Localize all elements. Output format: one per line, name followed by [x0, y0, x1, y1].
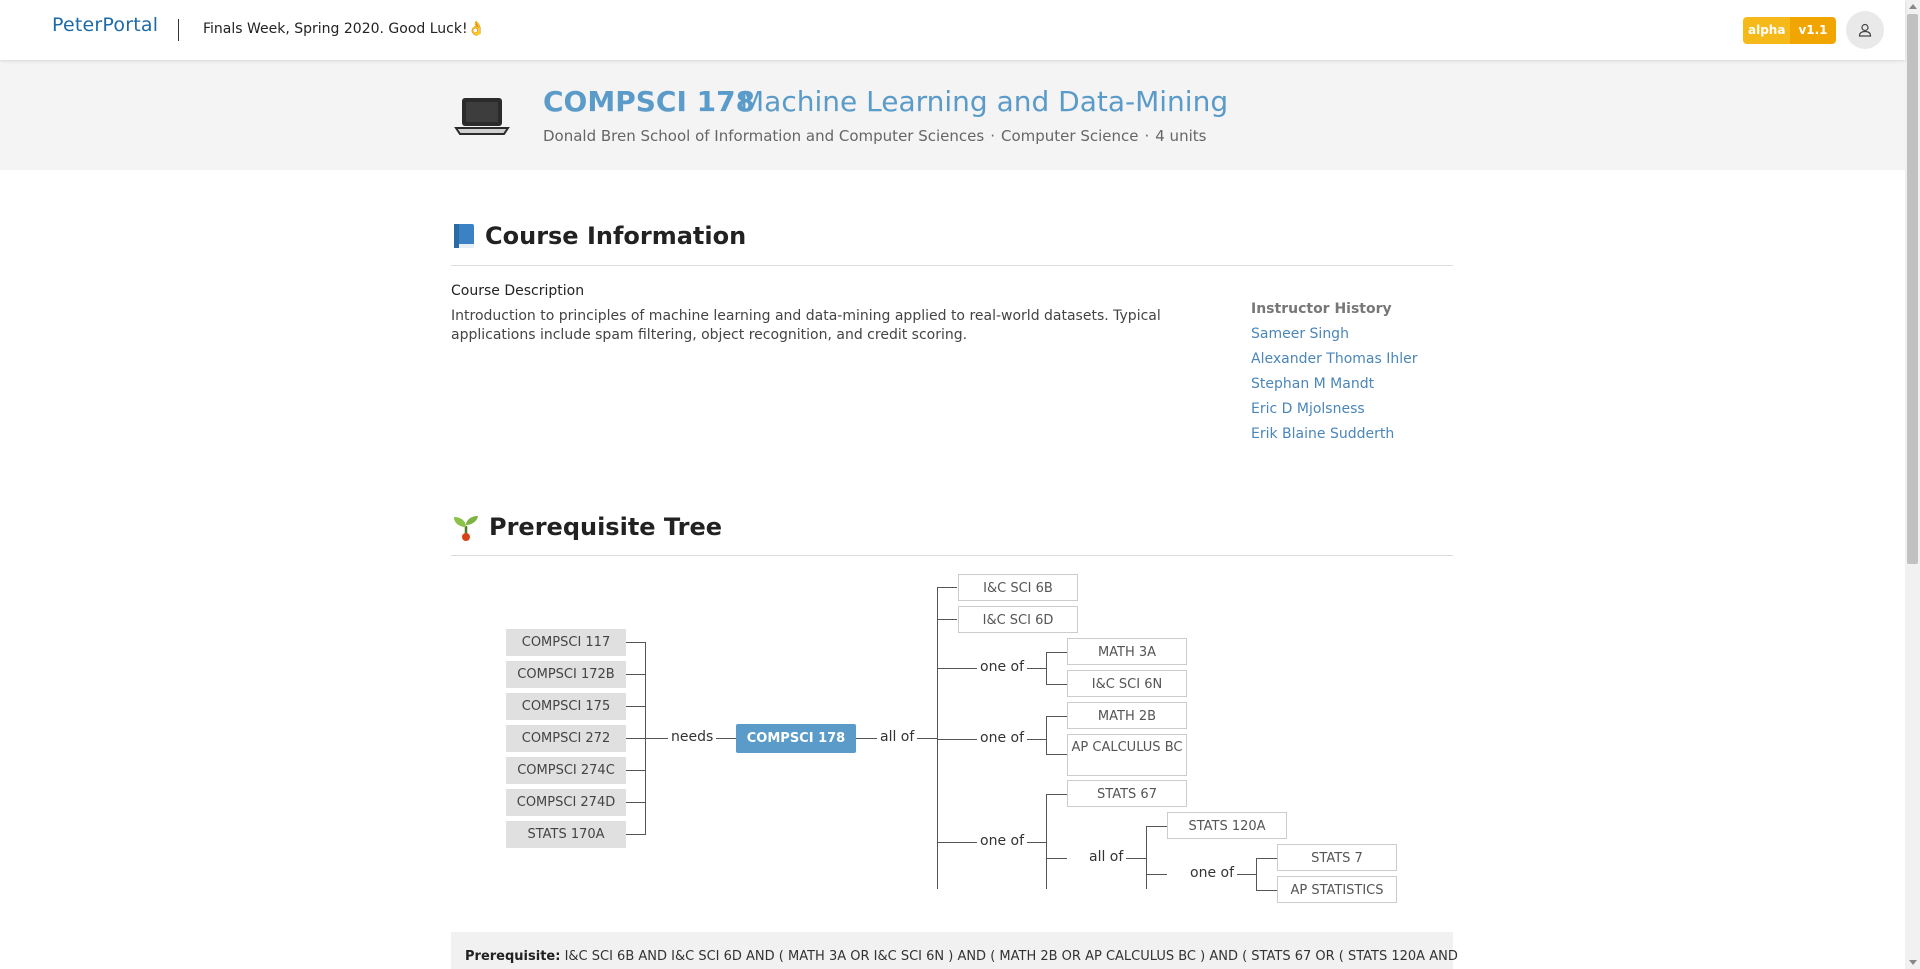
sprout-icon [454, 516, 478, 541]
instructor-history-label: Instructor History [1251, 301, 1392, 317]
prerequisite-text: Prerequisite: I&C SCI 6B AND I&C SCI 6D … [465, 949, 1458, 964]
page-scrollbar[interactable] [1905, 0, 1920, 969]
prerequisite-label: Prerequisite: [465, 949, 561, 964]
peterportal-logo[interactable]: PeterPortal [52, 14, 158, 36]
one-of-label: one of [977, 659, 1027, 675]
version-badge: alpha v1.1 [1743, 17, 1836, 44]
prereq-course-node[interactable]: I&C SCI 6D [958, 606, 1078, 633]
instructor-link[interactable]: Eric D Mjolsness [1251, 400, 1418, 425]
instructor-link[interactable]: Sameer Singh [1251, 325, 1418, 350]
dependent-course-node[interactable]: COMPSCI 272 [506, 725, 626, 752]
prereq-course-node[interactable]: STATS 7 [1277, 844, 1397, 871]
one-of-label: one of [977, 730, 1027, 746]
prereq-course-node[interactable]: MATH 2B [1067, 702, 1187, 729]
course-description: Introduction to principles of machine le… [451, 308, 1161, 343]
announcement-text: Finals Week, Spring 2020. Good Luck!👌 [203, 21, 486, 37]
prerequisite-text-box: Prerequisite: I&C SCI 6B AND I&C SCI 6D … [451, 932, 1458, 969]
one-of-label: one of [977, 833, 1027, 849]
prereq-course-node[interactable]: MATH 3A [1067, 638, 1187, 665]
header-divider [178, 19, 179, 41]
logo-text: PeterPortal [52, 14, 159, 36]
course-information-title: Course Information [485, 222, 747, 250]
version-badge-label: v1.1 [1790, 17, 1836, 44]
user-icon [1858, 23, 1872, 37]
prerequisite-expression: I&C SCI 6B AND I&C SCI 6D AND ( MATH 3A … [564, 949, 1458, 964]
all-of-label: all of [1086, 849, 1127, 865]
prereq-course-node[interactable]: I&C SCI 6B [958, 574, 1078, 601]
dependent-course-node[interactable]: COMPSCI 175 [506, 693, 626, 720]
prereq-course-node[interactable]: STATS 67 [1067, 780, 1187, 807]
user-account-button[interactable] [1846, 11, 1884, 49]
meta-separator: · [990, 127, 995, 145]
instructor-link[interactable]: Erik Blaine Sudderth [1251, 425, 1418, 450]
instructor-link[interactable]: Stephan M Mandt [1251, 375, 1418, 400]
current-course-node[interactable]: COMPSCI 178 [736, 724, 856, 753]
scroll-down-icon[interactable] [1909, 960, 1917, 965]
all-of-label: all of [877, 729, 918, 745]
course-description-label: Course Description [451, 283, 585, 299]
dependent-course-node[interactable]: COMPSCI 172B [506, 661, 626, 688]
dependent-course-node[interactable]: STATS 170A [506, 821, 626, 848]
section-divider [451, 555, 1453, 556]
laptop-icon [454, 94, 510, 142]
course-meta: Donald Bren School of Information and Co… [543, 127, 1206, 145]
course-title: Machine Learning and Data-Mining [740, 85, 1229, 118]
course-units: 4 units [1155, 127, 1207, 145]
one-of-label: one of [1187, 865, 1237, 881]
dependent-course-node[interactable]: COMPSCI 274C [506, 757, 626, 784]
course-department: Computer Science [1000, 127, 1139, 145]
prerequisite-tree-heading: Prerequisite Tree [451, 512, 722, 542]
top-navbar: PeterPortal Finals Week, Spring 2020. Go… [0, 0, 1905, 60]
book-icon [454, 224, 474, 248]
instructor-list: Sameer Singh Alexander Thomas Ihler Step… [1251, 325, 1418, 450]
dependent-course-node[interactable]: COMPSCI 117 [506, 629, 626, 656]
needs-label: needs [668, 729, 717, 745]
prereq-course-node[interactable]: STATS 120A [1167, 812, 1287, 839]
dependent-course-node[interactable]: COMPSCI 274D [506, 789, 626, 816]
prereq-course-node[interactable]: AP STATISTICS [1277, 876, 1397, 903]
scrollbar-thumb[interactable] [1907, 14, 1918, 564]
course-information-heading: Course Information [451, 222, 746, 250]
prereq-course-node[interactable]: AP CALCULUS BC [1067, 734, 1187, 776]
course-code: COMPSCI 178 [543, 85, 756, 118]
meta-separator: · [1144, 127, 1150, 145]
prerequisite-tree-title: Prerequisite Tree [489, 513, 723, 541]
course-school: Donald Bren School of Information and Co… [543, 127, 985, 145]
course-hero: COMPSCI 178 Machine Learning and Data-Mi… [0, 60, 1905, 170]
scroll-up-icon[interactable] [1909, 4, 1917, 9]
prereq-course-node[interactable]: I&C SCI 6N [1067, 670, 1187, 697]
alpha-badge-label: alpha [1743, 17, 1791, 44]
section-divider [451, 265, 1453, 266]
instructor-link[interactable]: Alexander Thomas Ihler [1251, 350, 1418, 375]
